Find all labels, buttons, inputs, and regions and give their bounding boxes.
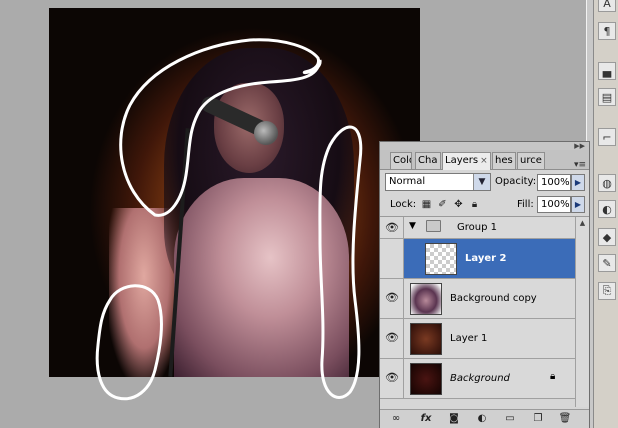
tab-close-icon[interactable]: × [480, 156, 488, 166]
layer-row-background-copy[interactable]: 👁︎ Background copy [380, 279, 575, 319]
panel-menu-icon[interactable]: ▾≡ [574, 160, 586, 170]
eye-icon[interactable]: 👁︎ [382, 289, 402, 307]
character-icon[interactable]: A [598, 0, 616, 12]
panel-title-strip[interactable]: ▶▶ [380, 142, 589, 150]
document-canvas[interactable] [49, 8, 420, 377]
panel-tabs: Colo Cha Layers× hes urce ▾≡ [380, 150, 589, 170]
layers-icon[interactable]: ◆ [598, 228, 616, 246]
tab-source[interactable]: urce [517, 152, 545, 169]
opacity-field[interactable]: 100% [537, 174, 571, 191]
eye-icon[interactable]: 👁︎ [382, 369, 402, 387]
layer-list-scrollbar[interactable]: ▲ [575, 217, 589, 407]
tab-color[interactable]: Colo [390, 152, 412, 169]
new-layer-icon[interactable]: ❐ [530, 412, 546, 426]
layer-name: Layer 1 [450, 333, 488, 344]
layer-thumbnail [410, 323, 442, 355]
tab-swatches[interactable]: hes [492, 152, 516, 169]
layer-row-group-1[interactable]: 👁︎ ▼ Group 1 [380, 217, 575, 239]
styles-icon[interactable]: ◐ [598, 200, 616, 218]
visibility-cell[interactable]: 👁︎ [380, 319, 404, 358]
lock-transparency-icon[interactable]: ▦ [421, 199, 432, 210]
brushes-icon[interactable]: ✎ [598, 254, 616, 272]
layer-name: Background copy [450, 293, 537, 304]
opacity-arrow-icon[interactable]: ▶ [571, 174, 585, 191]
layers-footer: ∞ fx ◙ ◐ ▭ ❐ 🗑︎ [380, 409, 589, 428]
lock-icon: 🔒︎ [550, 371, 556, 382]
eye-icon[interactable]: 👁︎ [382, 329, 402, 347]
lock-position-icon[interactable]: ✥ [453, 199, 464, 210]
blend-mode-select[interactable]: Normal ▼ [385, 173, 491, 191]
layer-thumbnail [410, 283, 442, 315]
trash-icon[interactable]: 🗑︎ [557, 412, 573, 426]
layer-name: Group 1 [457, 222, 497, 233]
fx-icon[interactable]: fx [418, 412, 434, 426]
layers-panel: ▶▶ Colo Cha Layers× hes urce ▾≡ Normal ▼… [379, 141, 590, 428]
adjustment-icon[interactable]: ◐ [474, 412, 490, 426]
layer-thumbnail [425, 243, 457, 275]
clone-icon[interactable]: ⎘ [598, 282, 616, 300]
layer-name: Layer 2 [465, 253, 507, 264]
lock-label: Lock: [390, 199, 417, 210]
tab-channels[interactable]: Cha [415, 152, 441, 169]
folder-icon [426, 220, 441, 232]
color-icon[interactable]: ◍ [598, 174, 616, 192]
blend-row: Normal ▼ Opacity: 100% ▶ [380, 170, 589, 194]
histogram-icon[interactable]: ▄ [598, 62, 616, 80]
eye-icon[interactable]: 👁︎ [382, 219, 402, 237]
visibility-cell[interactable]: 👁︎ [380, 279, 404, 318]
fill-field[interactable]: 100% [537, 196, 571, 213]
layer-thumbnail [410, 363, 442, 395]
lock-all-icon[interactable]: 🔒︎ [469, 199, 480, 210]
photo-torso [174, 178, 349, 377]
visibility-cell[interactable]: 👁︎ [380, 359, 404, 398]
folder-icon[interactable]: ▭ [502, 412, 518, 426]
link-icon[interactable]: ∞ [388, 412, 404, 426]
visibility-cell[interactable] [380, 239, 404, 278]
layer-name: Background [450, 373, 510, 384]
scroll-up-icon[interactable]: ▲ [576, 217, 589, 230]
paragraph-icon[interactable]: ¶ [598, 22, 616, 40]
layer-row-background[interactable]: 👁︎ Background 🔒︎ [380, 359, 575, 399]
tab-layers[interactable]: Layers × [442, 152, 491, 170]
expand-triangle-icon[interactable]: ▼ [409, 221, 416, 231]
visibility-cell[interactable]: 👁︎ [380, 217, 404, 238]
lock-image-icon[interactable]: ✐ [437, 199, 448, 210]
opacity-label: Opacity: [495, 176, 537, 187]
mask-icon[interactable]: ◙ [446, 412, 462, 426]
fill-label: Fill: [517, 199, 534, 210]
layer-row-layer-2[interactable]: Layer 2 [380, 239, 575, 279]
fill-arrow-icon[interactable]: ▶ [571, 196, 585, 213]
paths-icon[interactable]: ⌐ [598, 128, 616, 146]
layer-list: 👁︎ ▼ Group 1 Layer 2 👁︎ Background copy … [380, 217, 589, 407]
navigator-icon[interactable]: ▤ [598, 88, 616, 106]
lock-row: Lock: ▦ ✐ ✥ 🔒︎ Fill: 100% ▶ [380, 194, 589, 217]
layer-row-layer-1[interactable]: 👁︎ Layer 1 [380, 319, 575, 359]
chevron-down-icon[interactable]: ▼ [473, 174, 490, 190]
photo-microphone-head [254, 121, 278, 145]
collapse-icon[interactable]: ▶▶ [574, 142, 585, 150]
